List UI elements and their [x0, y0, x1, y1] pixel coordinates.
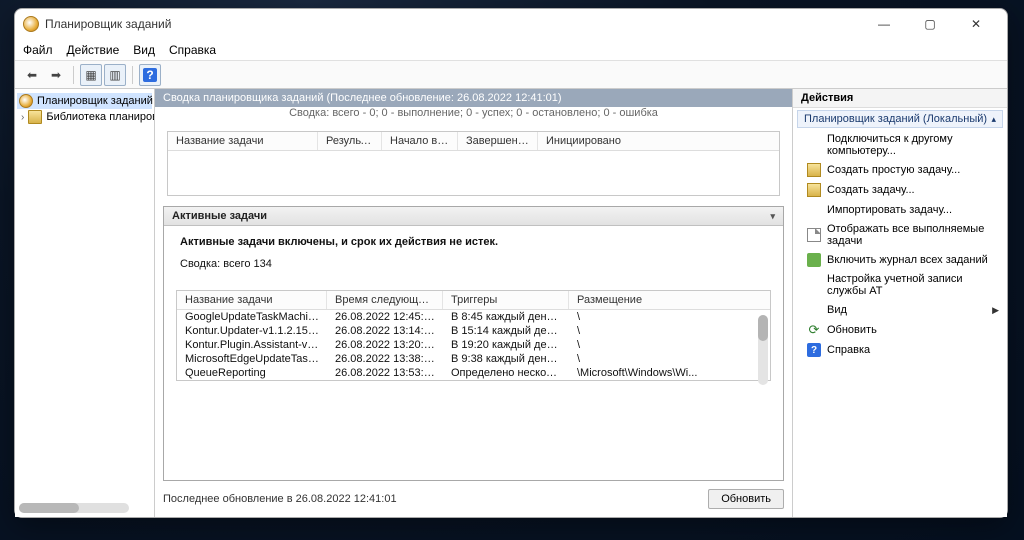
table-row[interactable]: MicrosoftEdgeUpdateTaskMachine...26.08.2… [177, 352, 770, 366]
tree-lib-label: Библиотека планировщ [46, 111, 155, 123]
collapse-icon[interactable]: ▾ [770, 211, 775, 222]
pane-header: Сводка планировщика заданий (Последнее о… [155, 89, 792, 107]
active-col-loc[interactable]: Размещение [569, 291, 770, 309]
chevron-up-icon: ▴ [991, 114, 996, 125]
tree-hscrollbar[interactable] [19, 503, 129, 513]
action-refresh[interactable]: ⟳Обновить [793, 320, 1007, 340]
toolbar-panel1-button[interactable]: ▦ [80, 64, 102, 86]
action-create-basic[interactable]: Создать простую задачу... [793, 160, 1007, 180]
minimize-button[interactable]: ― [861, 9, 907, 39]
tree-pane: Планировщик заданий (Лок › Библиотека пл… [15, 89, 155, 517]
help-icon: ? [807, 343, 821, 357]
action-at-config[interactable]: Настройка учетной записи службы AT [793, 270, 1007, 300]
table-row[interactable]: GoogleUpdateTaskMachineUA26.08.2022 12:4… [177, 310, 770, 324]
tree-library[interactable]: › Библиотека планировщ [17, 109, 152, 125]
action-connect[interactable]: Подключиться к другому компьютеру... [793, 130, 1007, 160]
folder-icon [28, 110, 42, 124]
refresh-icon: ⟳ [807, 323, 821, 337]
forward-button[interactable]: ➡ [45, 64, 67, 86]
blank-icon [807, 203, 821, 217]
status-col-result[interactable]: Результат ... [318, 132, 382, 150]
content: Планировщик заданий (Лок › Библиотека пл… [15, 89, 1007, 517]
submenu-arrow-icon: ▶ [992, 305, 999, 316]
action-import[interactable]: Импортировать задачу... [793, 200, 1007, 220]
toolbar-panel2-button[interactable]: ▥ [104, 64, 126, 86]
menu-action[interactable]: Действие [67, 43, 120, 57]
active-tasks-section: Активные задачи ▾ Активные задачи включе… [163, 206, 784, 481]
blank-icon [807, 138, 821, 152]
active-col-trig[interactable]: Триггеры [443, 291, 569, 309]
window-title: Планировщик заданий [45, 17, 171, 31]
action-show-running[interactable]: Отображать все выполняемые задачи [793, 220, 1007, 250]
toolbar: ⬅ ➡ ▦ ▥ ? [15, 61, 1007, 89]
tree-root[interactable]: Планировщик заданий (Лок [17, 93, 152, 109]
action-enable-log[interactable]: Включить журнал всех заданий [793, 250, 1007, 270]
menubar: Файл Действие Вид Справка [15, 39, 1007, 61]
expand-icon[interactable]: › [21, 112, 24, 123]
menu-file[interactable]: Файл [23, 43, 53, 57]
maximize-button[interactable]: ▢ [907, 9, 953, 39]
action-help[interactable]: ?Справка [793, 340, 1007, 360]
status-col-name[interactable]: Название задачи [168, 132, 318, 150]
summary-truncated-line: Сводка: всего - 0; 0 - выполнение; 0 - у… [155, 107, 792, 123]
table-row[interactable]: Kontur.Plugin.Assistant-v3.15.0.574...26… [177, 338, 770, 352]
status-col-end[interactable]: Завершение в... [458, 132, 538, 150]
task-basic-icon [807, 163, 821, 177]
active-tasks-header[interactable]: Активные задачи ▾ [164, 207, 783, 226]
tree-root-label: Планировщик заданий (Лок [37, 95, 155, 107]
status-col-init[interactable]: Инициировано [538, 132, 779, 150]
running-icon [807, 228, 821, 242]
table-row[interactable]: QueueReporting26.08.2022 13:53:54Определ… [177, 366, 770, 380]
status-col-start[interactable]: Начало выпол... [382, 132, 458, 150]
refresh-button[interactable]: Обновить [708, 489, 784, 509]
blank-icon [807, 278, 821, 292]
actions-header: Действия [793, 89, 1007, 108]
actions-context[interactable]: Планировщик заданий (Локальный) ▴ [797, 110, 1003, 128]
scheduler-icon [19, 94, 33, 108]
titlebar: Планировщик заданий ― ▢ ✕ [15, 9, 1007, 39]
app-icon [23, 16, 39, 32]
main-pane: Сводка планировщика заданий (Последнее о… [155, 89, 793, 517]
close-button[interactable]: ✕ [953, 9, 999, 39]
active-desc-2: Сводка: всего 134 [180, 258, 767, 270]
menu-view[interactable]: Вид [133, 43, 155, 57]
back-button[interactable]: ⬅ [21, 64, 43, 86]
actions-pane: Действия Планировщик заданий (Локальный)… [793, 89, 1007, 517]
menu-help[interactable]: Справка [169, 43, 216, 57]
active-tasks-table: Название задачи Время следующего зап... … [176, 290, 771, 381]
task-icon [807, 183, 821, 197]
log-icon [807, 253, 821, 267]
active-col-name[interactable]: Название задачи [177, 291, 327, 309]
footer: Последнее обновление в 26.08.2022 12:41:… [163, 489, 784, 509]
app-window: Планировщик заданий ― ▢ ✕ Файл Действие … [14, 8, 1008, 518]
status-table: Название задачи Результат ... Начало вып… [167, 131, 780, 196]
active-vscrollbar[interactable] [758, 315, 768, 385]
toolbar-help-button[interactable]: ? [139, 64, 161, 86]
last-updated-label: Последнее обновление в 26.08.2022 12:41:… [163, 493, 397, 505]
table-row[interactable]: Kontur.Updater-v1.1.2.154-S-1-5-21...26.… [177, 324, 770, 338]
active-col-next[interactable]: Время следующего зап... [327, 291, 443, 309]
blank-icon [807, 303, 821, 317]
action-view[interactable]: Вид▶ [793, 300, 1007, 320]
active-desc-1: Активные задачи включены, и срок их дейс… [180, 236, 767, 248]
action-create[interactable]: Создать задачу... [793, 180, 1007, 200]
